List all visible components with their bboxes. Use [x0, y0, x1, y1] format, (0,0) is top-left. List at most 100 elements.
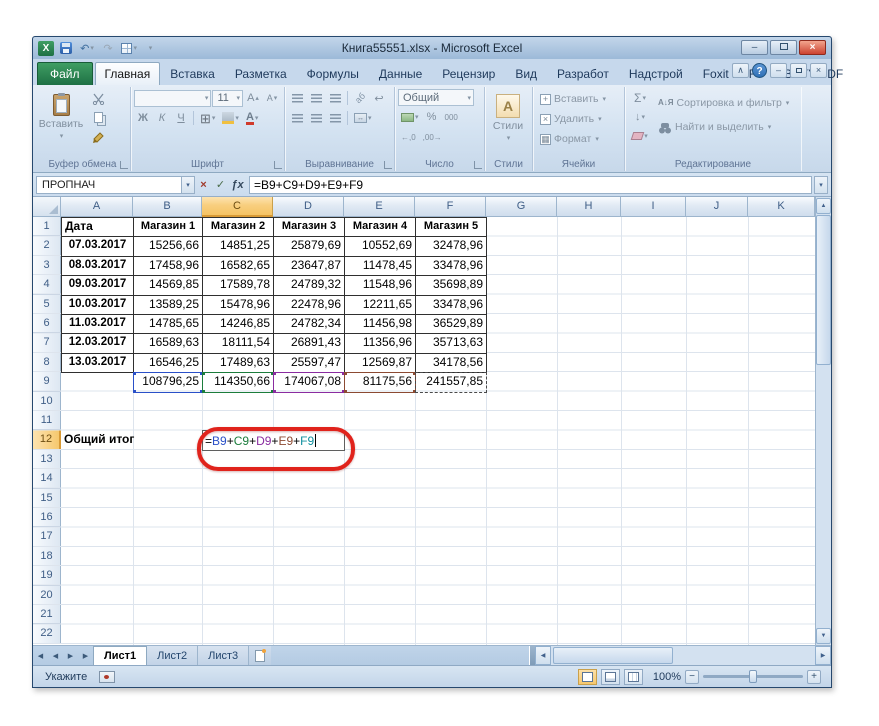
- percent-style-button[interactable]: %: [423, 108, 441, 126]
- cell-E2[interactable]: 10552,69: [344, 236, 416, 256]
- cell-F7[interactable]: 35713,63: [415, 333, 487, 353]
- name-box-dropdown[interactable]: ▾: [182, 176, 195, 194]
- view-page-layout-button[interactable]: [601, 669, 620, 685]
- insert-worksheet-button[interactable]: [249, 646, 271, 665]
- cell-E7[interactable]: 11356,96: [344, 333, 416, 353]
- enter-entry-button[interactable]: ✓: [212, 176, 229, 194]
- cell-C5[interactable]: 15478,96: [202, 295, 274, 315]
- grow-font-button[interactable]: А▴: [244, 89, 262, 107]
- cell-E8[interactable]: 12569,87: [344, 353, 416, 373]
- vertical-scrollbar[interactable]: ▲ ▼: [815, 197, 831, 645]
- column-header-C[interactable]: C: [202, 197, 273, 217]
- align-middle-button[interactable]: [307, 89, 325, 107]
- italic-button[interactable]: К: [153, 109, 171, 127]
- cell-A2[interactable]: 07.03.2017: [61, 236, 134, 256]
- zoom-in-button[interactable]: +: [807, 670, 821, 684]
- cell-B9[interactable]: 108796,25: [133, 372, 202, 391]
- cell-editor[interactable]: =B9+C9+D9+E9+F9: [202, 430, 345, 450]
- view-normal-button[interactable]: [578, 669, 597, 685]
- insert-function-button[interactable]: ƒx: [229, 176, 246, 194]
- fill-color-button[interactable]: ▾: [219, 109, 242, 127]
- cell-F2[interactable]: 32478,96: [415, 236, 487, 256]
- zoom-slider-thumb[interactable]: [749, 670, 757, 683]
- column-header-D[interactable]: D: [273, 197, 344, 217]
- ribbon-tab-Надстрой[interactable]: Надстрой: [619, 62, 693, 85]
- cell-D2[interactable]: 25879,69: [273, 236, 345, 256]
- cut-button[interactable]: [86, 89, 110, 107]
- formula-input[interactable]: =B9+C9+D9+E9+F9: [249, 176, 812, 194]
- horizontal-scroll-thumb[interactable]: [553, 647, 673, 664]
- increase-decimal-button[interactable]: ←,0: [398, 128, 419, 146]
- ribbon-tab-Файл[interactable]: Файл: [37, 62, 93, 85]
- align-right-button[interactable]: [326, 109, 344, 127]
- cell-A3[interactable]: 08.03.2017: [61, 256, 134, 276]
- find-select-button[interactable]: Найти и выделить▾: [654, 117, 793, 137]
- cell-A12[interactable]: Общий итог: [61, 430, 133, 449]
- column-header-F[interactable]: F: [415, 197, 486, 217]
- minimize-ribbon-button[interactable]: ∧: [732, 63, 749, 78]
- orientation-button[interactable]: аб: [351, 89, 369, 107]
- column-header-J[interactable]: J: [686, 197, 748, 217]
- fill-button[interactable]: ↓▾: [628, 108, 652, 126]
- scroll-down-button[interactable]: ▼: [816, 628, 831, 644]
- cell-C3[interactable]: 16582,65: [202, 256, 274, 276]
- font-color-button[interactable]: А▾: [243, 109, 261, 127]
- cell-B7[interactable]: 16589,63: [133, 333, 203, 353]
- shrink-font-button[interactable]: А▾: [263, 89, 281, 107]
- cell-D1[interactable]: Магазин 3: [273, 217, 345, 237]
- scroll-left-button[interactable]: ◀: [535, 646, 551, 665]
- cell-D7[interactable]: 26891,43: [273, 333, 345, 353]
- ribbon-tab-Разработ[interactable]: Разработ: [547, 62, 619, 85]
- excel-logo-icon[interactable]: X: [38, 41, 54, 56]
- align-top-button[interactable]: [288, 89, 306, 107]
- cell-C1[interactable]: Магазин 2: [202, 217, 274, 237]
- cell-A8[interactable]: 13.03.2017: [61, 353, 134, 373]
- prev-sheet-button[interactable]: ◀: [48, 646, 63, 665]
- align-left-button[interactable]: [288, 109, 306, 127]
- column-header-A[interactable]: A: [61, 197, 133, 217]
- first-sheet-button[interactable]: ◀: [33, 646, 48, 665]
- cell-C6[interactable]: 14246,85: [202, 314, 274, 334]
- cell-E1[interactable]: Магазин 4: [344, 217, 416, 237]
- cell-E5[interactable]: 12211,65: [344, 295, 416, 315]
- ribbon-tab-Формулы[interactable]: Формулы: [297, 62, 369, 85]
- minimize-button[interactable]: –: [741, 40, 768, 55]
- copy-button[interactable]: [86, 108, 110, 126]
- cell-B3[interactable]: 17458,96: [133, 256, 203, 276]
- number-format-select[interactable]: Общий▾: [398, 89, 474, 106]
- column-header-G[interactable]: G: [486, 197, 557, 217]
- restore-button[interactable]: [770, 40, 797, 55]
- cell-A6[interactable]: 11.03.2017: [61, 314, 134, 334]
- styles-button[interactable]: А Стили ▾: [488, 89, 528, 153]
- cell-D8[interactable]: 25597,47: [273, 353, 345, 373]
- insert-cells-button[interactable]: +Вставить▾: [536, 89, 610, 109]
- cell-F8[interactable]: 34178,56: [415, 353, 487, 373]
- cell-D9[interactable]: 174067,08: [273, 372, 344, 391]
- merge-center-button[interactable]: ↔▾: [351, 109, 375, 127]
- cell-E6[interactable]: 11456,98: [344, 314, 416, 334]
- currency-format-button[interactable]: ▾: [398, 108, 422, 126]
- cell-A5[interactable]: 10.03.2017: [61, 295, 134, 315]
- workbook-restore-button[interactable]: [790, 63, 807, 78]
- column-header-B[interactable]: B: [133, 197, 202, 217]
- redo-button[interactable]: ↷: [99, 40, 117, 56]
- ribbon-tab-Вид[interactable]: Вид: [505, 62, 547, 85]
- undo-button[interactable]: ↶▾: [78, 40, 96, 56]
- scroll-right-button[interactable]: ▶: [815, 646, 831, 665]
- format-cells-button[interactable]: ▦Формат▾: [536, 129, 603, 149]
- name-box[interactable]: ПРОПНАЧ: [36, 176, 182, 194]
- comma-style-button[interactable]: 000: [442, 108, 461, 126]
- sheet-tab-Лист3[interactable]: Лист3: [198, 646, 249, 665]
- cell-C2[interactable]: 14851,25: [202, 236, 274, 256]
- autosum-button[interactable]: Σ▾: [628, 89, 652, 107]
- cell-D4[interactable]: 24789,32: [273, 275, 345, 295]
- cell-C8[interactable]: 17489,63: [202, 353, 274, 373]
- cell-B6[interactable]: 14785,65: [133, 314, 203, 334]
- scroll-up-button[interactable]: ▲: [816, 198, 831, 214]
- column-header-H[interactable]: H: [557, 197, 621, 217]
- last-sheet-button[interactable]: ▶: [78, 646, 93, 665]
- cell-D6[interactable]: 24782,34: [273, 314, 345, 334]
- cell-E3[interactable]: 11478,45: [344, 256, 416, 276]
- column-header-K[interactable]: K: [748, 197, 815, 217]
- cell-C7[interactable]: 18111,54: [202, 333, 274, 353]
